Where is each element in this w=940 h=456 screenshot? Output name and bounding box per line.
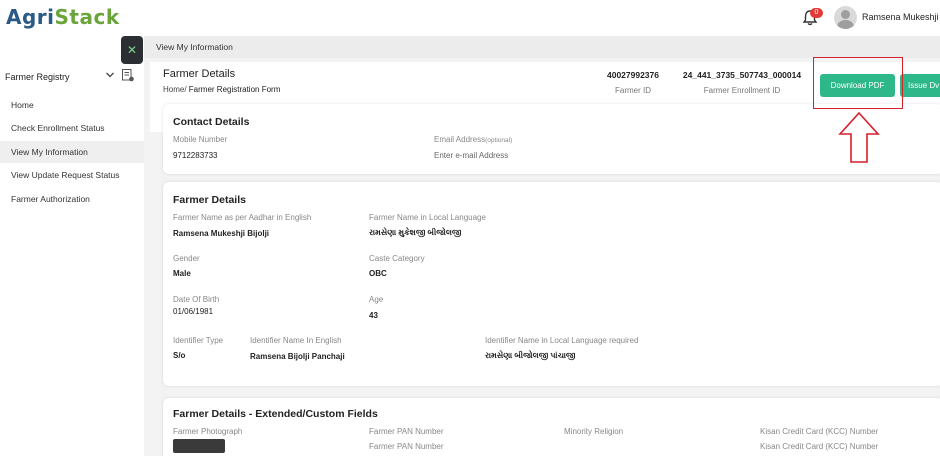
email-field[interactable]: Enter e-mail Address: [434, 151, 508, 160]
farmer-name-english-label: Farmer Name as per Aadhar in English: [173, 213, 312, 222]
agristack-logo[interactable]: AgriStack: [6, 5, 120, 29]
identifier-name-english-value: Ramsena Bijolji Panchaji: [250, 352, 345, 361]
identifier-type-value: S/o: [173, 351, 186, 360]
page: AgriStack 0 Ramsena Mukeshji B ✕ Farmer …: [0, 0, 940, 456]
page-breadcrumb: Home/ Farmer Registration Form: [163, 85, 280, 94]
mobile-number-value: 9712283733: [173, 151, 218, 160]
logo-text-stack: Stack: [54, 5, 120, 29]
farmer-details-card: Farmer Details Farmer Name as per Aadhar…: [163, 182, 940, 386]
farmer-name-local-label: Farmer Name in Local Language: [369, 213, 486, 222]
mobile-number-label: Mobile Number: [173, 135, 228, 144]
enrollment-id-label: Farmer Enrollment ID: [703, 86, 781, 95]
logo-text-agri: Agri: [6, 5, 55, 29]
sidebar-item-home[interactable]: Home: [0, 94, 144, 116]
enrollment-id-value: 24_441_3735_507743_000014: [682, 70, 802, 80]
page-title: Farmer Details: [163, 68, 236, 80]
email-label: Email Address(optional): [434, 135, 512, 144]
breadcrumb: View My Information: [144, 36, 940, 58]
sidebar-item-check-enrollment-status[interactable]: Check Enrollment Status: [0, 117, 144, 139]
sidebar-item-view-update-request-status[interactable]: View Update Request Status: [0, 164, 144, 186]
farmer-photograph-label: Farmer Photograph: [173, 427, 243, 436]
user-name[interactable]: Ramsena Mukeshji B: [862, 12, 940, 22]
caste-category-label: Caste Category: [369, 254, 425, 263]
sidebar: ✕ Farmer Registry Home Check Enrollment …: [0, 36, 144, 456]
age-label: Age: [369, 295, 384, 304]
chevron-down-icon[interactable]: [105, 70, 115, 83]
identifier-name-local-label: Identifier Name in Local Language requir…: [485, 336, 639, 345]
age-value: 43: [369, 311, 378, 320]
annotation-up-arrow-icon: [838, 112, 880, 163]
notification-badge: 0: [810, 8, 823, 18]
identifier-name-local-value: રામસેણા બીજોલજી પાંચાજી: [485, 351, 576, 360]
farmer-name-local-value: રામસેણા મુકેશજી બીજોલજી: [369, 228, 462, 237]
dob-label: Date Of Birth: [173, 295, 220, 304]
extended-fields-card: Farmer Details - Extended/Custom Fields …: [163, 398, 940, 456]
issue-button[interactable]: Issue Dv: [900, 74, 940, 97]
farmer-id-label: Farmer ID: [615, 86, 651, 95]
document-list-icon[interactable]: [122, 69, 134, 82]
dob-value: 01/06/1981: [173, 307, 214, 316]
farmer-details-title: Farmer Details: [173, 194, 246, 206]
breadcrumb-current: Farmer Registration Form: [188, 85, 281, 94]
kcc-number-label-2: Kisan Credit Card (KCC) Number: [760, 442, 879, 451]
farmer-name-english-value: Ramsena Mukeshji Bijolji: [173, 229, 270, 238]
identifier-name-english-label: Identifier Name In English: [250, 336, 342, 345]
pan-number-label: Farmer PAN Number: [369, 427, 444, 436]
breadcrumb-home-link[interactable]: Home/: [163, 85, 187, 94]
pan-number-label-2: Farmer PAN Number: [369, 442, 444, 451]
enrollment-id-block: 24_441_3735_507743_000014 Farmer Enrollm…: [677, 70, 807, 95]
email-optional-text: (optional): [485, 137, 513, 144]
farmer-photograph: [173, 439, 225, 453]
avatar[interactable]: [834, 6, 857, 29]
extended-fields-title: Farmer Details - Extended/Custom Fields: [173, 408, 378, 420]
email-label-text: Email Address: [434, 135, 486, 144]
gender-value: Male: [173, 269, 191, 278]
contact-details-card: Contact Details Mobile Number 9712283733…: [163, 104, 940, 174]
sidebar-item-view-my-information[interactable]: View My Information: [0, 141, 144, 163]
sidebar-toggle-button[interactable]: ✕: [121, 36, 143, 64]
gender-label: Gender: [173, 254, 200, 263]
sidebar-item-farmer-authorization[interactable]: Farmer Authorization: [0, 188, 144, 210]
annotation-highlight-box: [813, 57, 903, 109]
top-bar: AgriStack 0 Ramsena Mukeshji B: [0, 0, 940, 36]
minority-religion-label: Minority Religion: [564, 427, 624, 436]
farmer-id-block: 40027992376 Farmer ID: [598, 70, 668, 95]
close-icon: ✕: [126, 43, 138, 57]
sidebar-section-title[interactable]: Farmer Registry: [5, 72, 70, 82]
identifier-type-label: Identifier Type: [173, 336, 224, 345]
kcc-number-label: Kisan Credit Card (KCC) Number: [760, 427, 879, 436]
contact-details-title: Contact Details: [173, 116, 250, 128]
caste-category-value: OBC: [369, 269, 387, 278]
farmer-id-value: 40027992376: [606, 70, 659, 80]
